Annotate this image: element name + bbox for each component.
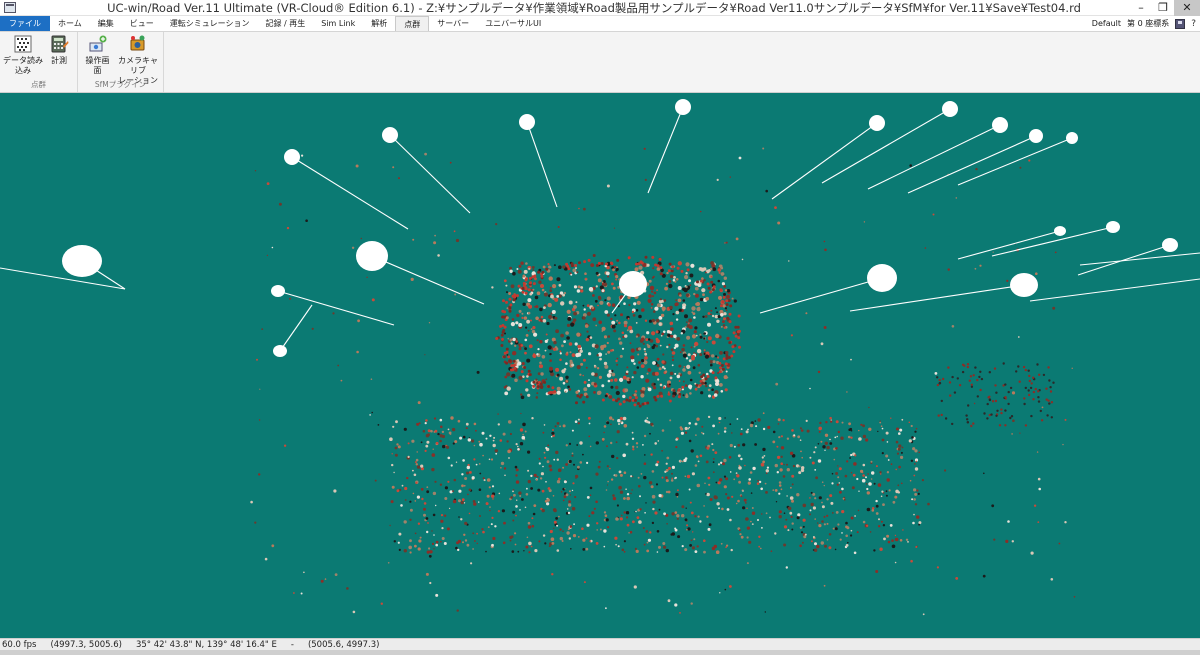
camera-markers (0, 99, 1200, 357)
tab-file[interactable]: ファイル (0, 16, 50, 31)
camera-ray (907, 135, 1037, 194)
view-position-readout: (5005.6, 4997.3) (307, 639, 380, 650)
restore-button[interactable]: ❐ (1152, 0, 1174, 16)
close-button[interactable]: ✕ (1174, 0, 1200, 16)
camera-calibration-icon (130, 35, 145, 51)
ribbon-group-sfm-plugin: 操作画面 カメラキャリブ レーション SfMプラグイン (78, 32, 164, 92)
status-bar: 60.0 fps (4997.3, 5005.6) 35° 42' 43.8" … (0, 638, 1200, 650)
tab-home[interactable]: ホーム (50, 16, 90, 31)
camera-ray (389, 134, 471, 214)
operation-icon (89, 35, 107, 52)
app-icon[interactable] (2, 1, 18, 15)
measure-label: 計測 (51, 56, 67, 65)
ribbon-tabs: ファイル ホーム 編集 ビュー 運転シミュレーション 記録 / 再生 Sim L… (0, 16, 1200, 32)
tabrow-right: Default 第 0 座標系 ? (1092, 16, 1200, 31)
camera-ray (821, 108, 951, 184)
camera-marker[interactable] (1054, 226, 1066, 236)
camera-ray (0, 267, 126, 290)
camera-ray (1029, 278, 1200, 302)
ribbon-group-point-cloud: データ読み 込み 計測 点群 (0, 32, 78, 92)
load-data-label: データ読み 込み (3, 56, 43, 75)
tab-record-play[interactable]: 記録 / 再生 (257, 16, 313, 31)
measure-button[interactable]: 計測 (46, 34, 72, 66)
camera-ray (279, 304, 313, 352)
camera-marker[interactable] (1010, 273, 1038, 297)
camera-ray (526, 121, 558, 208)
group-caption-point-cloud: 点群 (31, 80, 46, 89)
window-title: UC-win/Road Ver.11 Ultimate (VR-Cloud® E… (107, 0, 1081, 15)
save-icon[interactable] (1175, 18, 1186, 29)
point-cloud-scene[interactable] (0, 93, 1200, 638)
camera-marker[interactable] (675, 99, 691, 115)
camera-marker[interactable] (619, 271, 647, 297)
camera-ray (371, 255, 485, 305)
camera-ray (277, 290, 395, 326)
minimize-button[interactable]: – (1130, 0, 1152, 16)
point-cloud (250, 147, 1076, 616)
ribbon-panel: データ読み 込み 計測 点群 操作画面 カメラキャリブ レーション SfMプラグ… (0, 32, 1200, 93)
tab-driving-simulation[interactable]: 運転シミュレーション (162, 16, 258, 31)
camera-marker[interactable] (62, 245, 102, 277)
camera-ray (647, 106, 684, 194)
camera-ray (291, 156, 409, 230)
tab-edit[interactable]: 編集 (90, 16, 122, 31)
camera-marker[interactable] (1029, 129, 1043, 143)
load-data-button[interactable]: データ読み 込み (0, 34, 46, 76)
tab-analysis[interactable]: 解析 (363, 16, 395, 31)
operation-screen-label: 操作画面 (85, 56, 110, 75)
camera-marker[interactable] (1162, 238, 1178, 252)
fps-readout: 60.0 fps (2, 639, 37, 650)
tab-sim-link[interactable]: Sim Link (313, 16, 363, 31)
camera-ray (867, 124, 1001, 190)
camera-ray (957, 230, 1061, 260)
camera-marker[interactable] (273, 345, 287, 357)
camera-marker[interactable] (356, 241, 388, 271)
camera-marker[interactable] (869, 115, 885, 131)
camera-marker[interactable] (992, 117, 1008, 133)
camera-ray (1077, 244, 1171, 276)
operation-screen-button[interactable]: 操作画面 (82, 34, 113, 76)
tab-server[interactable]: サーバー (429, 16, 477, 31)
coordinate-system-label[interactable]: 第 0 座標系 (1127, 18, 1169, 29)
camera-marker[interactable] (271, 285, 285, 297)
camera-ray (771, 122, 878, 200)
camera-marker[interactable] (1106, 221, 1120, 233)
point-data-icon (14, 35, 32, 53)
camera-ray (759, 277, 883, 314)
camera-marker[interactable] (382, 127, 398, 143)
calculator-icon (51, 35, 69, 53)
position-readout: (4997.3, 5005.6) (50, 639, 122, 650)
3d-viewport[interactable] (0, 93, 1200, 638)
help-icon[interactable]: ? (1191, 19, 1196, 29)
tab-point-cloud[interactable]: 点群 (395, 16, 430, 31)
dash-separator: - (290, 639, 294, 650)
group-caption-sfm-plugin: SfMプラグイン (94, 80, 147, 89)
latlon-readout: 35° 42' 43.8" N, 139° 48' 16.4" E (135, 639, 277, 650)
camera-marker[interactable] (867, 264, 897, 292)
camera-marker[interactable] (519, 114, 535, 130)
tab-view[interactable]: ビュー (122, 16, 162, 31)
tab-universal-ui[interactable]: ユニバーサルUI (477, 16, 549, 31)
profile-label[interactable]: Default (1092, 19, 1121, 28)
camera-marker[interactable] (942, 101, 958, 117)
taskbar-strip (0, 650, 1200, 655)
camera-marker[interactable] (284, 149, 300, 165)
camera-marker[interactable] (1066, 132, 1078, 144)
camera-ray (991, 226, 1114, 257)
title-bar: UC-win/Road Ver.11 Ultimate (VR-Cloud® E… (0, 0, 1200, 16)
